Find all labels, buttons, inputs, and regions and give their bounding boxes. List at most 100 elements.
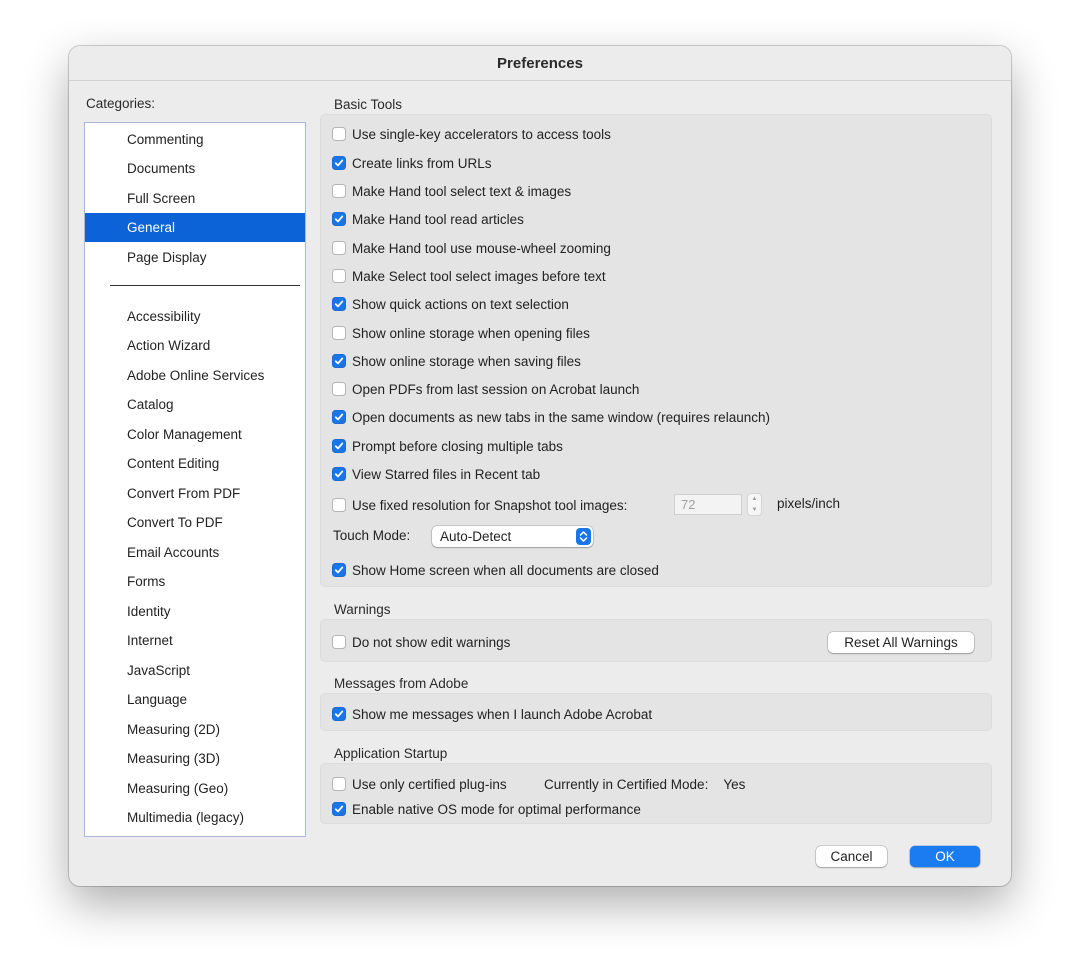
option-label: Prompt before closing multiple tabs: [352, 438, 563, 454]
option-storage-saving[interactable]: Show online storage when saving files: [332, 351, 581, 371]
option-prompt-closing-tabs[interactable]: Prompt before closing multiple tabs: [332, 436, 563, 456]
category-forms[interactable]: Forms: [85, 567, 305, 596]
category-catalog[interactable]: Catalog: [85, 390, 305, 419]
category-javascript[interactable]: JavaScript: [85, 656, 305, 685]
option-native-os-mode[interactable]: Enable native OS mode for optimal perfor…: [332, 799, 641, 819]
option-hand-read-articles[interactable]: Make Hand tool read articles: [332, 209, 524, 229]
cancel-button[interactable]: Cancel: [816, 846, 887, 867]
checkbox[interactable]: [332, 498, 346, 512]
checkbox[interactable]: [332, 269, 346, 283]
option-label: Show Home screen when all documents are …: [352, 562, 659, 578]
category-content-editing[interactable]: Content Editing: [85, 449, 305, 478]
category-color-management[interactable]: Color Management: [85, 420, 305, 449]
startup-title: Application Startup: [334, 746, 448, 761]
option-starred-files[interactable]: View Starred files in Recent tab: [332, 464, 540, 484]
checkbox[interactable]: [332, 563, 346, 577]
option-label: Show online storage when saving files: [352, 353, 581, 369]
option-label: Use only certified plug-ins: [352, 776, 507, 792]
snapshot-resolution-input[interactable]: 72: [674, 494, 742, 515]
option-label: Use fixed resolution for Snapshot tool i…: [352, 497, 628, 513]
checkbox[interactable]: [332, 326, 346, 340]
checkbox[interactable]: [332, 635, 346, 649]
option-create-links[interactable]: Create links from URLs: [332, 153, 492, 173]
checkbox[interactable]: [332, 297, 346, 311]
option-label: Make Hand tool select text & images: [352, 183, 572, 199]
category-general[interactable]: General: [85, 213, 305, 242]
category-separator: [110, 285, 300, 286]
certified-mode-label: Currently in Certified Mode:: [544, 776, 709, 792]
option-edit-warnings[interactable]: Do not show edit warnings: [332, 632, 510, 652]
option-label: Open PDFs from last session on Acrobat l…: [352, 381, 640, 397]
category-convert-from-pdf[interactable]: Convert From PDF: [85, 479, 305, 508]
option-home-screen[interactable]: Show Home screen when all documents are …: [332, 560, 659, 580]
certified-mode-value: Yes: [723, 776, 746, 792]
option-storage-opening[interactable]: Show online storage when opening files: [332, 323, 590, 343]
category-email-accounts[interactable]: Email Accounts: [85, 538, 305, 567]
option-label: Show me messages when I launch Adobe Acr…: [352, 706, 653, 722]
category-measuring-3d[interactable]: Measuring (3D): [85, 744, 305, 773]
option-label: Make Hand tool read articles: [352, 211, 524, 227]
option-quick-actions[interactable]: Show quick actions on text selection: [332, 294, 569, 314]
checkbox[interactable]: [332, 467, 346, 481]
chevron-updown-icon: [576, 528, 591, 545]
option-certified-plugins[interactable]: Use only certified plug-ins: [332, 774, 507, 794]
option-label: Make Hand tool use mouse-wheel zooming: [352, 240, 611, 256]
stepper-down-icon[interactable]: ▼: [752, 507, 758, 513]
warnings-title: Warnings: [334, 602, 391, 617]
option-label: Create links from URLs: [352, 155, 492, 171]
checkbox[interactable]: [332, 241, 346, 255]
checkbox[interactable]: [332, 707, 346, 721]
option-snapshot-resolution[interactable]: Use fixed resolution for Snapshot tool i…: [332, 495, 627, 515]
option-new-tabs[interactable]: Open documents as new tabs in the same w…: [332, 407, 770, 427]
category-adobe-online-services[interactable]: Adobe Online Services: [85, 361, 305, 390]
ok-button[interactable]: OK: [910, 846, 980, 867]
option-label: View Starred files in Recent tab: [352, 466, 541, 482]
resolution-stepper[interactable]: ▲ ▼: [747, 493, 762, 516]
checkbox[interactable]: [332, 439, 346, 453]
checkbox[interactable]: [332, 184, 346, 198]
category-documents[interactable]: Documents: [85, 154, 305, 183]
option-select-images[interactable]: Make Select tool select images before te…: [332, 266, 606, 286]
category-accessibility[interactable]: Accessibility: [85, 302, 305, 331]
categories-list[interactable]: Commenting Documents Full Screen General…: [84, 122, 306, 837]
option-label: Do not show edit warnings: [352, 634, 511, 650]
preferences-window: Preferences Categories: Commenting Docum…: [69, 46, 1011, 886]
resolution-units: pixels/inch: [777, 496, 841, 511]
option-hand-mouse-wheel[interactable]: Make Hand tool use mouse-wheel zooming: [332, 238, 611, 258]
option-show-messages[interactable]: Show me messages when I launch Adobe Acr…: [332, 704, 652, 724]
category-internet[interactable]: Internet: [85, 626, 305, 655]
option-open-last-session[interactable]: Open PDFs from last session on Acrobat l…: [332, 379, 639, 399]
category-full-screen[interactable]: Full Screen: [85, 184, 305, 213]
option-label: Open documents as new tabs in the same w…: [352, 409, 770, 425]
checkbox[interactable]: [332, 410, 346, 424]
option-hand-select-text[interactable]: Make Hand tool select text & images: [332, 181, 571, 201]
categories-label: Categories:: [86, 96, 156, 111]
touch-mode-label: Touch Mode:: [333, 528, 411, 543]
checkbox[interactable]: [332, 127, 346, 141]
messages-title: Messages from Adobe: [334, 676, 469, 691]
touch-mode-select[interactable]: Auto-Detect: [432, 526, 593, 547]
reset-warnings-button[interactable]: Reset All Warnings: [828, 632, 974, 653]
category-measuring-geo[interactable]: Measuring (Geo): [85, 774, 305, 803]
checkbox[interactable]: [332, 212, 346, 226]
checkbox[interactable]: [332, 777, 346, 791]
checkbox[interactable]: [332, 802, 346, 816]
category-action-wizard[interactable]: Action Wizard: [85, 331, 305, 360]
checkbox[interactable]: [332, 354, 346, 368]
stepper-up-icon[interactable]: ▲: [752, 496, 758, 502]
category-convert-to-pdf[interactable]: Convert To PDF: [85, 508, 305, 537]
basic-tools-title: Basic Tools: [334, 97, 403, 112]
category-language[interactable]: Language: [85, 685, 305, 714]
option-label: Enable native OS mode for optimal perfor…: [352, 801, 641, 817]
checkbox[interactable]: [332, 156, 346, 170]
category-page-display[interactable]: Page Display: [85, 243, 305, 272]
option-single-key-accelerators[interactable]: Use single-key accelerators to access to…: [332, 124, 611, 144]
category-measuring-2d[interactable]: Measuring (2D): [85, 715, 305, 744]
checkbox[interactable]: [332, 382, 346, 396]
category-multimedia-legacy[interactable]: Multimedia (legacy): [85, 803, 305, 832]
option-label: Show online storage when opening files: [352, 325, 590, 341]
certified-mode-status: Currently in Certified Mode: Yes: [544, 774, 745, 794]
touch-mode-value: Auto-Detect: [440, 529, 512, 544]
category-commenting[interactable]: Commenting: [85, 125, 305, 154]
category-identity[interactable]: Identity: [85, 597, 305, 626]
